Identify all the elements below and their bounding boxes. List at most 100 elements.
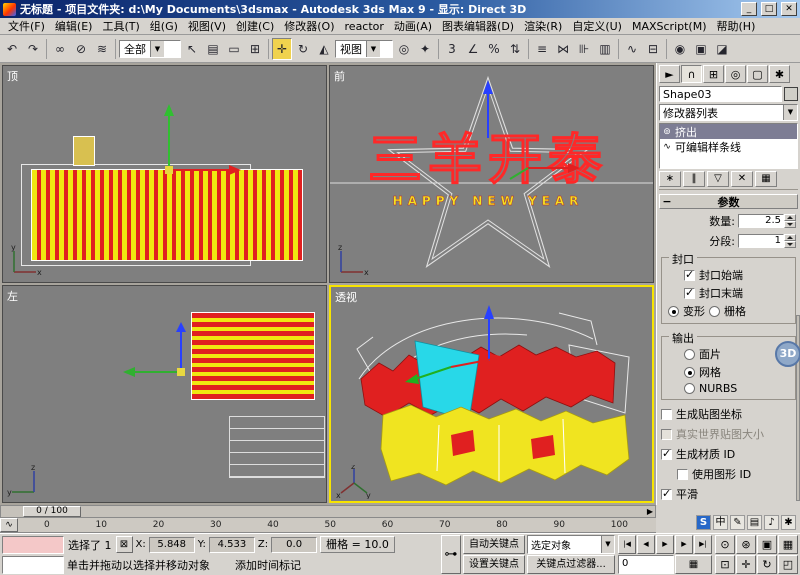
curve-editor-icon[interactable]: ∿ — [622, 37, 642, 60]
align-icon[interactable]: ⊪ — [574, 37, 594, 60]
menu-group[interactable]: 组(G) — [145, 17, 183, 35]
patch-radio[interactable] — [684, 348, 695, 360]
mirror-icon[interactable]: ⋈ — [553, 37, 573, 60]
menu-maxscript[interactable]: MAXScript(M) — [627, 19, 712, 34]
menu-rendering[interactable]: 渲染(R) — [519, 17, 567, 35]
spin-up-icon[interactable] — [784, 234, 796, 241]
time-slider-handle[interactable]: 0 / 100 — [23, 506, 81, 517]
window-crossing-icon[interactable]: ⊞ — [245, 37, 265, 60]
zoom-all-icon[interactable]: ⊛ — [736, 535, 756, 554]
generate-material-id-checkbox[interactable] — [661, 447, 672, 460]
time-slider-arrow-icon[interactable]: ▶ — [647, 507, 653, 517]
select-and-rotate-icon[interactable]: ↻ — [293, 37, 313, 60]
segments-spinner[interactable]: 1 — [738, 234, 796, 248]
maxscript-mini-listener-script[interactable] — [2, 555, 64, 574]
tab-modify-icon[interactable]: ∩ — [681, 65, 702, 83]
z-coordinate-field[interactable]: 0.0 — [271, 536, 318, 553]
viewport-left[interactable]: 左 y z — [2, 285, 327, 503]
add-time-tag[interactable]: 添加时间标记 — [235, 557, 301, 573]
panel-scrollbar[interactable] — [796, 315, 800, 501]
go-to-end-icon[interactable]: ▶| — [694, 535, 712, 554]
track-bar-ruler[interactable]: 0 10 20 30 40 50 60 70 80 90 100 — [18, 518, 656, 532]
zoom-region-icon[interactable]: ⊡ — [715, 555, 735, 574]
menu-customize[interactable]: 自定义(U) — [567, 17, 627, 35]
y-coordinate-field[interactable]: 4.533 — [208, 536, 255, 553]
viewport-front-label[interactable]: 前 — [334, 68, 345, 84]
redo-icon[interactable]: ↷ — [23, 37, 43, 60]
menu-edit[interactable]: 编辑(E) — [50, 17, 98, 35]
menu-reactor[interactable]: reactor — [340, 19, 389, 34]
render-setup-icon[interactable]: ▣ — [691, 37, 711, 60]
make-unique-button[interactable]: ▽ — [707, 171, 729, 187]
use-shape-id-checkbox[interactable] — [677, 468, 688, 480]
menu-tools[interactable]: 工具(T) — [97, 17, 144, 35]
select-and-link-icon[interactable]: ∞ — [50, 37, 70, 60]
viewport-perspective-label[interactable]: 透视 — [335, 289, 357, 305]
time-configuration-button[interactable]: ▦ — [675, 555, 712, 574]
pan-icon[interactable]: ✛ — [736, 555, 756, 574]
cap-start-checkbox[interactable] — [684, 268, 695, 281]
keyboard-icon[interactable]: ▤ — [747, 515, 762, 530]
selection-filter-dropdown[interactable]: 全部 ▼ — [119, 39, 181, 58]
select-and-scale-icon[interactable]: ◭ — [314, 37, 334, 60]
object-name-field[interactable]: Shape03 — [659, 86, 782, 102]
remove-modifier-button[interactable]: ✕ — [731, 171, 753, 187]
spin-down-icon[interactable] — [784, 221, 796, 228]
maximize-viewport-icon[interactable]: ◰ — [778, 555, 798, 574]
mini-curve-editor-button[interactable]: ∿ — [0, 518, 18, 532]
go-to-start-icon[interactable]: |◀ — [618, 535, 636, 554]
use-pivot-center-icon[interactable]: ◎ — [394, 37, 414, 60]
select-and-manipulate-icon[interactable]: ✦ — [415, 37, 435, 60]
time-slider-track[interactable]: 0 / 100 ▶ — [0, 505, 656, 518]
morph-radio[interactable] — [668, 305, 679, 317]
maximize-button[interactable]: □ — [761, 2, 777, 16]
amount-spinner[interactable]: 2.5 — [738, 214, 796, 228]
menu-create[interactable]: 创建(C) — [231, 17, 279, 35]
material-editor-icon[interactable]: ◉ — [670, 37, 690, 60]
tab-display-icon[interactable]: ▢ — [747, 65, 768, 83]
menu-graph-editors[interactable]: 图表编辑器(D) — [437, 17, 519, 35]
viewport-left-label[interactable]: 左 — [7, 288, 18, 304]
show-end-result-button[interactable]: ‖ — [683, 171, 705, 187]
quick-render-icon[interactable]: ◪ — [712, 37, 732, 60]
tab-create-icon[interactable]: ► — [659, 65, 680, 83]
zoom-icon[interactable]: ⊙ — [715, 535, 735, 554]
schematic-view-icon[interactable]: ⊟ — [643, 37, 663, 60]
auto-key-button[interactable]: 自动关键点 — [463, 535, 525, 554]
viewport-top[interactable]: 顶 x y — [2, 65, 327, 283]
x-coordinate-field[interactable]: 5.848 — [148, 536, 195, 553]
zoom-extents-icon[interactable]: ▣ — [757, 535, 777, 554]
generate-mapping-checkbox[interactable] — [661, 408, 672, 420]
parameters-rollout-header[interactable]: − 参数 — [659, 194, 798, 209]
handwriting-icon[interactable]: ✎ — [730, 515, 745, 530]
spin-up-icon[interactable] — [784, 214, 796, 221]
menu-views[interactable]: 视图(V) — [183, 17, 231, 35]
current-frame-field[interactable]: 0 — [618, 555, 674, 574]
track-bar[interactable]: ∿ 0 10 20 30 40 50 60 70 80 90 100 — [0, 518, 656, 533]
stack-item-editable-spline[interactable]: ∿ 可编辑样条线 — [660, 139, 797, 154]
rectangular-region-icon[interactable]: ▭ — [224, 37, 244, 60]
real-world-checkbox[interactable] — [661, 428, 672, 440]
minimize-button[interactable]: _ — [741, 2, 757, 16]
unlink-selection-icon[interactable]: ⊘ — [71, 37, 91, 60]
next-frame-icon[interactable]: ▶ — [675, 535, 693, 554]
angle-snap-icon[interactable]: ∠ — [463, 37, 483, 60]
maxscript-mini-listener-macro[interactable] — [2, 535, 64, 554]
segments-value[interactable]: 1 — [738, 234, 784, 248]
tab-motion-icon[interactable]: ◎ — [725, 65, 746, 83]
pin-stack-button[interactable]: ∗ — [659, 171, 681, 187]
viewport-front[interactable]: 前 三羊开泰 HAPPY NEW YEAR x z — [329, 65, 654, 283]
nurbs-radio[interactable] — [684, 383, 695, 394]
play-icon[interactable]: ▶ — [656, 535, 674, 554]
arc-rotate-icon[interactable]: ↻ — [757, 555, 777, 574]
sogou-icon[interactable]: S — [696, 515, 711, 530]
select-by-name-icon[interactable]: ▤ — [203, 37, 223, 60]
previous-frame-icon[interactable]: ◀ — [637, 535, 655, 554]
named-selection-sets-icon[interactable]: ≡ — [532, 37, 552, 60]
configure-modifier-sets-button[interactable]: ▦ — [755, 171, 777, 187]
set-keys-key-icon[interactable]: ⊶ — [441, 535, 461, 574]
stack-item-extrude[interactable]: ⊚ 挤出 — [660, 124, 797, 139]
language-indicator[interactable]: 中 — [713, 515, 728, 530]
close-button[interactable]: ✕ — [781, 2, 797, 16]
object-color-swatch[interactable] — [784, 87, 798, 101]
